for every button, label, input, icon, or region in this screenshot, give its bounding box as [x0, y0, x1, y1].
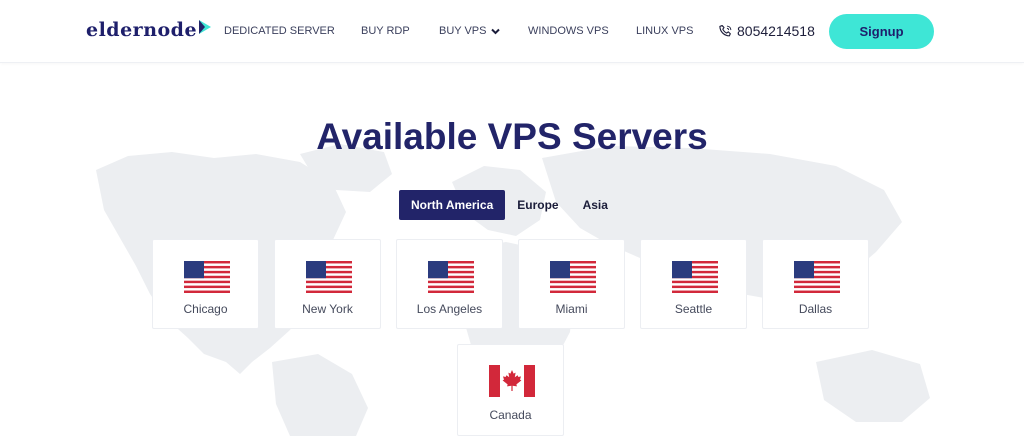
nav-buy-vps-label: BUY VPS [439, 25, 487, 37]
location-name: Miami [555, 302, 588, 316]
us-flag-icon [794, 261, 840, 293]
location-card-canada[interactable]: Canada [457, 344, 564, 436]
us-flag-icon [550, 261, 596, 293]
tab-north-america[interactable]: North America [399, 190, 506, 220]
us-flag-icon [184, 261, 230, 293]
chevron-down-icon [490, 28, 500, 34]
nav-linux-vps[interactable]: LINUX VPS [636, 25, 693, 37]
location-card-new-york[interactable]: New York [274, 239, 381, 329]
location-name: New York [302, 302, 353, 316]
us-flag-icon [672, 261, 718, 293]
phone-number: 8054214518 [737, 23, 815, 39]
location-card-chicago[interactable]: Chicago [152, 239, 259, 329]
us-flag-icon [428, 261, 474, 293]
region-tabs: North America Europe Asia [399, 190, 620, 220]
page-title: Available VPS Servers [316, 116, 708, 157]
us-flag-icon [306, 261, 352, 293]
site-header: eldernode DEDICATED SERVER BUY RDP BUY V… [0, 0, 1024, 63]
location-card-miami[interactable]: Miami [518, 239, 625, 329]
location-name: Dallas [798, 302, 833, 316]
phone-icon [719, 24, 732, 36]
location-card-dallas[interactable]: Dallas [762, 239, 869, 329]
nav-windows-vps[interactable]: WINDOWS VPS [528, 25, 636, 37]
canada-flag-icon [489, 365, 535, 397]
location-name: Los Angeles [416, 302, 483, 316]
tab-europe[interactable]: Europe [505, 190, 570, 220]
logo[interactable]: eldernode [86, 17, 212, 43]
main-nav: DEDICATED SERVER BUY RDP BUY VPS WINDOWS… [224, 0, 693, 62]
logo-play-icon [199, 20, 212, 34]
nav-buy-vps[interactable]: BUY VPS [439, 25, 528, 37]
location-name: Canada [489, 408, 532, 422]
location-name: Seattle [674, 302, 713, 316]
nav-dedicated-server[interactable]: DEDICATED SERVER [224, 25, 361, 37]
nav-buy-rdp[interactable]: BUY RDP [361, 25, 439, 37]
location-card-los-angeles[interactable]: Los Angeles [396, 239, 503, 329]
location-name: Chicago [183, 302, 228, 316]
signup-button[interactable]: Signup [829, 14, 934, 49]
tab-asia[interactable]: Asia [571, 190, 620, 220]
phone-link[interactable]: 8054214518 [718, 22, 815, 40]
logo-text: eldernode [86, 19, 198, 41]
location-card-seattle[interactable]: Seattle [640, 239, 747, 329]
